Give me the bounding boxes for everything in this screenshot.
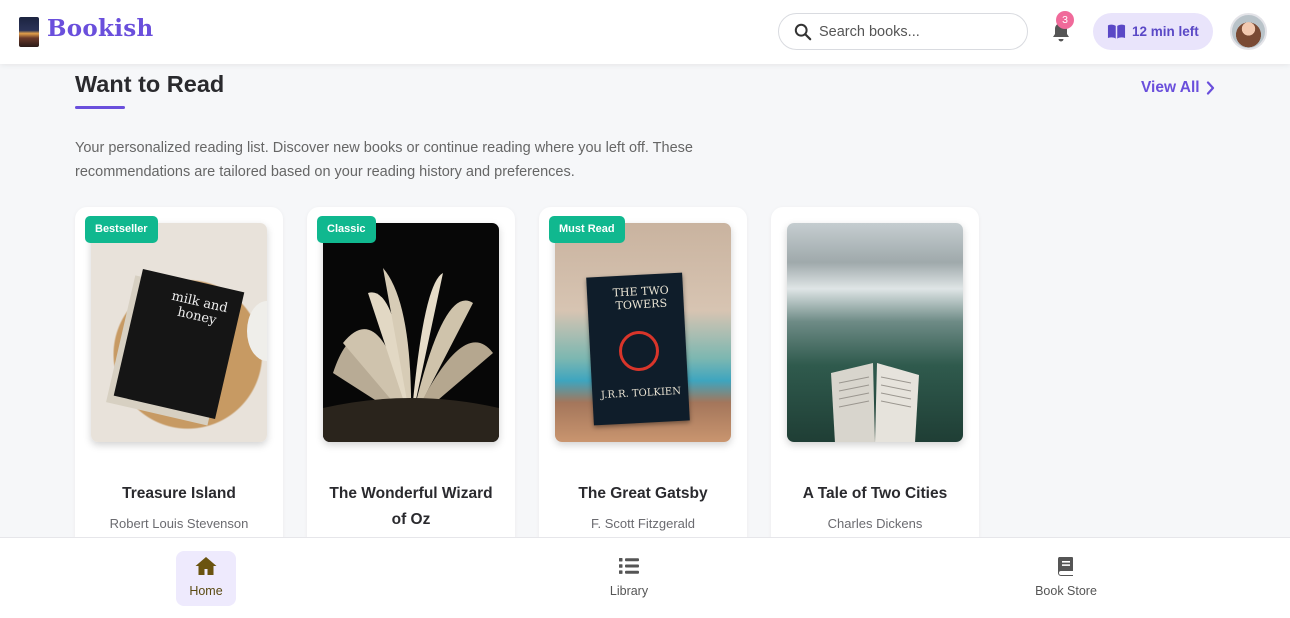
reading-timer-pill[interactable]: 12 min left: [1093, 13, 1213, 50]
notification-badge: 3: [1056, 11, 1074, 29]
brand-name[interactable]: Bookish: [47, 15, 154, 42]
book-tag: Must Read: [549, 216, 625, 243]
book-card[interactable]: A Tale of Two Cities Charles Dickens: [771, 207, 979, 567]
search-icon: [794, 23, 812, 41]
book-title[interactable]: The Wonderful Wizard of Oz: [307, 481, 515, 533]
book-card[interactable]: Classic The Wonderful Wizard of Oz: [307, 207, 515, 567]
title-underline: [75, 106, 125, 109]
section-description: Your personalized reading list. Discover…: [75, 140, 693, 180]
book-title[interactable]: A Tale of Two Cities: [771, 481, 979, 507]
book-author: Robert Louis Stevenson: [109, 516, 249, 531]
book-card[interactable]: THE TWO TOWERS J.R.R. TOLKIEN Must Read …: [539, 207, 747, 567]
search-input[interactable]: [819, 20, 1015, 44]
logo-icon: [19, 17, 39, 47]
search-box[interactable]: [778, 13, 1028, 50]
nav-home[interactable]: Home: [176, 551, 236, 606]
book-cover[interactable]: [787, 223, 963, 442]
open-book-illustration: [831, 363, 919, 442]
nav-label: Book Store: [1035, 584, 1097, 598]
book-title[interactable]: Treasure Island: [75, 481, 283, 507]
book-tag: Classic: [317, 216, 376, 243]
home-icon: [195, 557, 217, 575]
open-book-illustration: [323, 268, 499, 442]
nav-label: Library: [609, 584, 649, 598]
nav-label: Home: [189, 584, 223, 598]
cover-text: THE TWO TOWERS: [612, 283, 670, 313]
view-all-link[interactable]: View All: [1141, 79, 1215, 97]
book-author: Charles Dickens: [827, 516, 923, 531]
reading-timer-text: 12 min left: [1132, 24, 1199, 39]
cover-decoration: [619, 331, 659, 371]
open-book-icon: [1107, 24, 1126, 39]
view-all-label: View All: [1141, 79, 1200, 96]
book-author: F. Scott Fitzgerald: [590, 516, 696, 531]
chevron-right-icon: [1206, 81, 1214, 95]
nav-library[interactable]: Library: [599, 551, 659, 606]
book-icon: [1057, 557, 1073, 576]
list-icon: [619, 558, 639, 574]
top-header: Bookish 3 12 min left: [0, 0, 1290, 64]
book-cover[interactable]: THE TWO TOWERS J.R.R. TOLKIEN: [555, 223, 731, 442]
book-cover[interactable]: [323, 223, 499, 442]
bottom-navigation: Home Library Book Store: [0, 537, 1290, 618]
book-cover[interactable]: milk and honey: [91, 223, 267, 442]
book-title[interactable]: The Great Gatsby: [539, 481, 747, 507]
book-tag: Bestseller: [85, 216, 158, 243]
book-card[interactable]: milk and honey Bestseller Treasure Islan…: [75, 207, 283, 567]
cover-decoration: [247, 301, 267, 361]
section-title: Want to Read: [75, 71, 225, 97]
user-avatar[interactable]: [1230, 13, 1267, 50]
nav-book-store[interactable]: Book Store: [1035, 551, 1097, 606]
